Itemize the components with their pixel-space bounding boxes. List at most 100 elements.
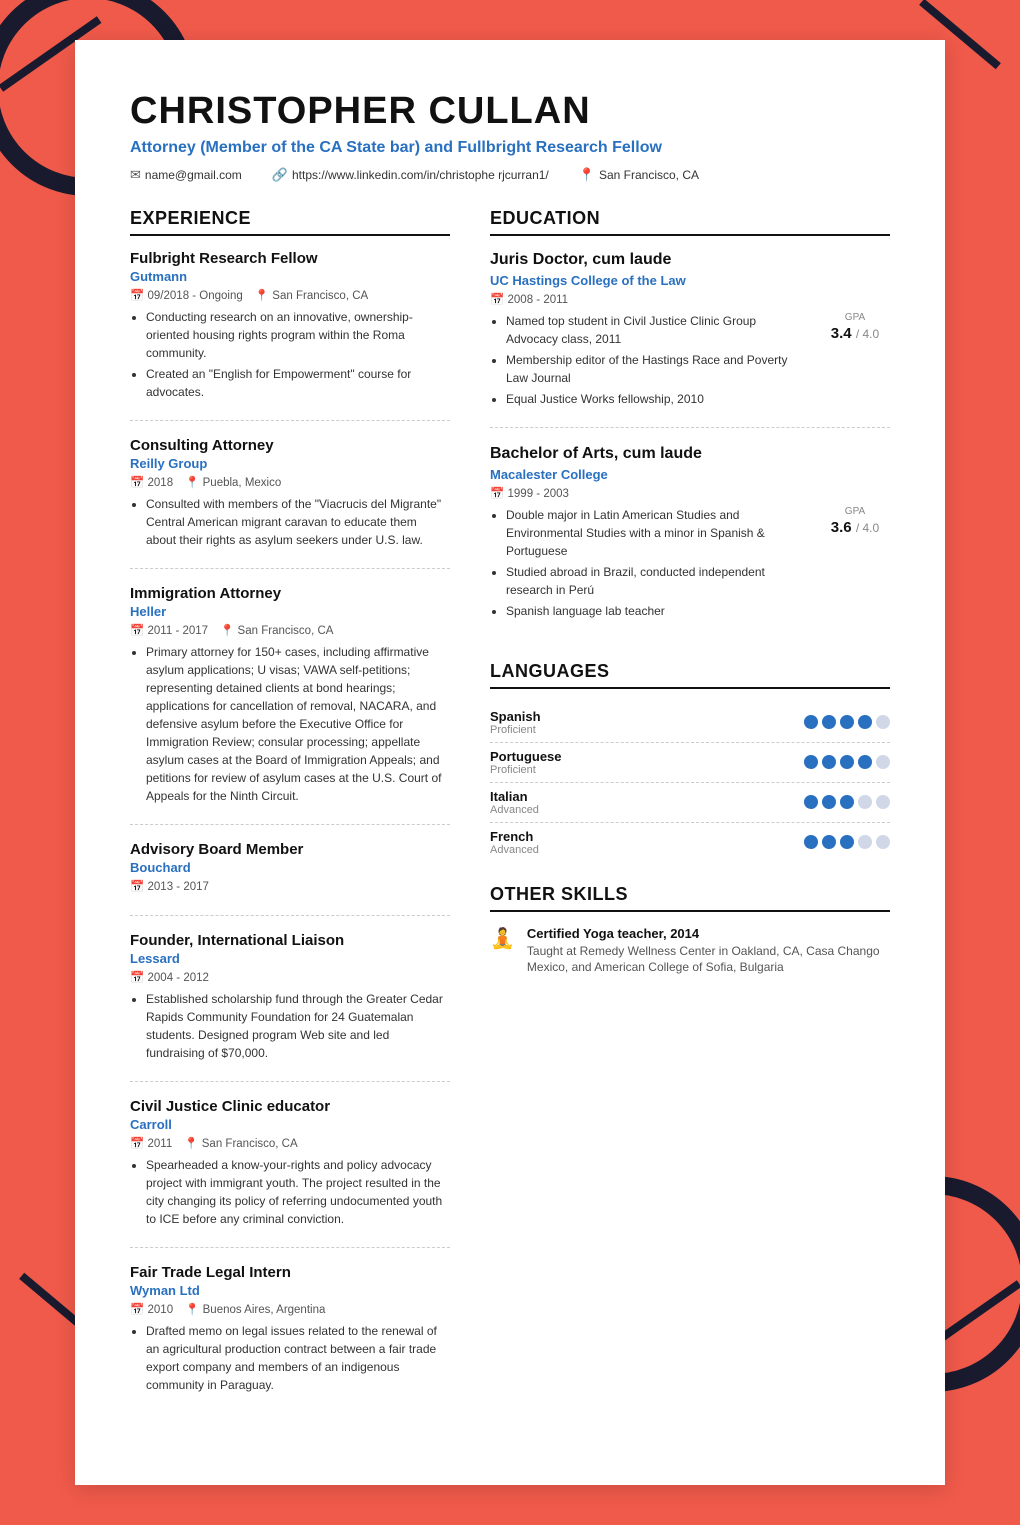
exp-company: Carroll (130, 1117, 450, 1132)
location-icon: 📍 (579, 167, 595, 183)
languages-section-title: LANGUAGES (490, 661, 890, 689)
lang-dot (840, 795, 854, 809)
lang-name-group: Italian Advanced (490, 789, 539, 816)
lang-name-group: Spanish Proficient (490, 709, 541, 736)
experience-item: Fair Trade Legal Intern Wyman Ltd 📅 2010… (130, 1264, 450, 1413)
edu-degree: Bachelor of Arts, cum laude (490, 444, 890, 465)
language-item: French Advanced (490, 823, 890, 862)
edu-bullet: Double major in Latin American Studies a… (506, 506, 804, 560)
exp-title: Consulting Attorney (130, 437, 450, 454)
other-skills-section: OTHER SKILLS 🧘 Certified Yoga teacher, 2… (490, 884, 890, 977)
exp-title: Fair Trade Legal Intern (130, 1264, 450, 1281)
gpa-box: GPA 3.4 / 4.0 (820, 312, 890, 342)
skills-list: 🧘 Certified Yoga teacher, 2014 Taught at… (490, 926, 890, 977)
edu-school: Macalester College (490, 467, 890, 482)
exp-company: Wyman Ltd (130, 1283, 450, 1298)
lang-level: Proficient (490, 764, 562, 776)
lang-dot (804, 795, 818, 809)
gpa-label: GPA (820, 506, 890, 517)
edu-meta: 📅 2008 - 2011 (490, 292, 890, 306)
edu-bullets: Named top student in Civil Justice Clini… (490, 312, 804, 411)
edu-bullet: Studied abroad in Brazil, conducted inde… (506, 563, 804, 599)
edu-school: UC Hastings College of the Law (490, 273, 890, 288)
lang-dot (822, 715, 836, 729)
education-section-title: EDUCATION (490, 208, 890, 236)
education-list: Juris Doctor, cum laude UC Hastings Coll… (490, 250, 890, 639)
exp-bullet: Created an "English for Empowerment" cou… (146, 365, 450, 401)
experience-item: Consulting Attorney Reilly Group 📅 2018📍… (130, 437, 450, 569)
language-item: Spanish Proficient (490, 703, 890, 743)
contact-email: ✉ name@gmail.com (130, 167, 242, 183)
language-item: Italian Advanced (490, 783, 890, 823)
languages-section: LANGUAGES Spanish Proficient Portuguese … (490, 661, 890, 862)
other-skills-section-title: OTHER SKILLS (490, 884, 890, 912)
lang-dot (876, 755, 890, 769)
lang-dot (858, 755, 872, 769)
education-item: Bachelor of Arts, cum laude Macalester C… (490, 444, 890, 639)
exp-date: 📅 2011 - 2017 (130, 623, 208, 637)
exp-meta: 📅 2011 - 2017📍 San Francisco, CA (130, 623, 450, 637)
lang-dot (876, 715, 890, 729)
exp-bullets: Conducting research on an innovative, ow… (130, 308, 450, 401)
edu-meta: 📅 1999 - 2003 (490, 486, 890, 500)
languages-list: Spanish Proficient Portuguese Proficient… (490, 703, 890, 862)
exp-date: 📅 2004 - 2012 (130, 970, 209, 984)
lang-dot (822, 755, 836, 769)
exp-bullet: Primary attorney for 150+ cases, includi… (146, 643, 450, 805)
lang-name: Portuguese (490, 749, 562, 764)
lang-dot (858, 835, 872, 849)
experience-section: EXPERIENCE Fulbright Research Fellow Gut… (130, 208, 450, 1413)
exp-location: 📍 Puebla, Mexico (185, 475, 281, 489)
exp-date: 📅 2013 - 2017 (130, 879, 209, 893)
exp-company: Gutmann (130, 269, 450, 284)
candidate-name: CHRISTOPHER CULLAN (130, 90, 890, 133)
edu-bullet: Membership editor of the Hastings Race a… (506, 351, 804, 387)
main-content: EXPERIENCE Fulbright Research Fellow Gut… (130, 208, 890, 1435)
exp-meta: 📅 09/2018 - Ongoing📍 San Francisco, CA (130, 288, 450, 302)
exp-meta: 📅 2013 - 2017 (130, 879, 450, 893)
edu-bullet: Named top student in Civil Justice Clini… (506, 312, 804, 348)
lang-dot (858, 715, 872, 729)
exp-date: 📅 2011 (130, 1136, 172, 1150)
skill-title: Certified Yoga teacher, 2014 (527, 926, 890, 941)
lang-dot (858, 795, 872, 809)
skill-item: 🧘 Certified Yoga teacher, 2014 Taught at… (490, 926, 890, 977)
lang-dot (876, 835, 890, 849)
linkedin-icon: 🔗 (272, 167, 288, 183)
exp-bullets: Consulted with members of the "Viacrucis… (130, 495, 450, 549)
exp-title: Fulbright Research Fellow (130, 250, 450, 267)
email-icon: ✉ (130, 167, 141, 183)
exp-title: Founder, International Liaison (130, 932, 450, 949)
lang-dot (822, 795, 836, 809)
exp-bullets: Drafted memo on legal issues related to … (130, 1322, 450, 1394)
exp-location: 📍 Buenos Aires, Argentina (185, 1302, 325, 1316)
lang-level: Advanced (490, 844, 539, 856)
experience-item: Fulbright Research Fellow Gutmann 📅 09/2… (130, 250, 450, 421)
exp-meta: 📅 2010📍 Buenos Aires, Argentina (130, 1302, 450, 1316)
lang-name: French (490, 829, 539, 844)
lang-level: Advanced (490, 804, 539, 816)
exp-title: Immigration Attorney (130, 585, 450, 602)
lang-name: Spanish (490, 709, 541, 724)
exp-company: Reilly Group (130, 456, 450, 471)
edu-body: Double major in Latin American Studies a… (490, 506, 890, 623)
exp-bullet: Conducting research on an innovative, ow… (146, 308, 450, 362)
lang-dot (804, 835, 818, 849)
lang-level: Proficient (490, 724, 541, 736)
education-item: Juris Doctor, cum laude UC Hastings Coll… (490, 250, 890, 428)
gpa-value: 3.4 / 4.0 (820, 325, 890, 342)
lang-dots (804, 795, 890, 809)
exp-bullet: Spearheaded a know-your-rights and polic… (146, 1156, 450, 1228)
gpa-label: GPA (820, 312, 890, 323)
skill-icon: 🧘 (490, 926, 515, 951)
exp-meta: 📅 2018📍 Puebla, Mexico (130, 475, 450, 489)
exp-company: Lessard (130, 951, 450, 966)
exp-bullet: Drafted memo on legal issues related to … (146, 1322, 450, 1394)
candidate-title: Attorney (Member of the CA State bar) an… (130, 139, 890, 157)
edu-bullet: Equal Justice Works fellowship, 2010 (506, 390, 804, 408)
experience-item: Advisory Board Member Bouchard 📅 2013 - … (130, 841, 450, 916)
exp-date: 📅 09/2018 - Ongoing (130, 288, 243, 302)
lang-dot (840, 835, 854, 849)
lang-name: Italian (490, 789, 539, 804)
exp-bullet: Consulted with members of the "Viacrucis… (146, 495, 450, 549)
